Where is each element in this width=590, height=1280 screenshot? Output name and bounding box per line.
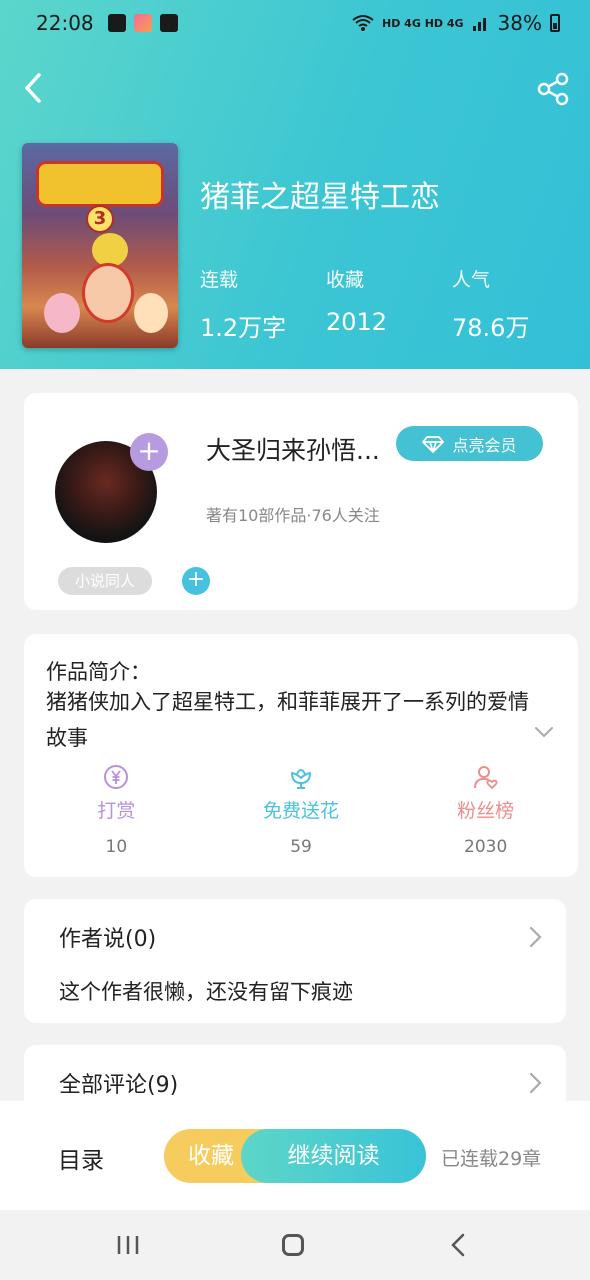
app-icon bbox=[133, 14, 152, 32]
toc-button[interactable]: 目录 bbox=[58, 1141, 104, 1175]
cover-character bbox=[92, 233, 128, 267]
author-card: + 大圣归来孙悟... 点亮会员 著有10部作品·76人关注 小说同人 + bbox=[24, 393, 578, 610]
vip-button[interactable]: 点亮会员 bbox=[396, 426, 543, 461]
intro-text: 猪猪侠加入了超星特工，和菲菲展开了一系列的爱情故事 bbox=[46, 690, 529, 750]
notification-icon bbox=[159, 14, 178, 32]
recent-apps-icon[interactable] bbox=[116, 1234, 140, 1256]
plus-icon: + bbox=[137, 434, 161, 467]
add-tag-button[interactable]: + bbox=[182, 567, 210, 595]
fan-ranking-label: 粉丝榜 bbox=[457, 800, 515, 822]
cover-character bbox=[134, 293, 168, 333]
system-navigation-bar bbox=[0, 1210, 590, 1280]
send-flower-label: 免费送花 bbox=[263, 800, 340, 822]
action-row: 打赏 10 免费送花 59 粉丝榜 2030 bbox=[24, 764, 578, 857]
stat-value: 1.2万字 bbox=[200, 314, 287, 342]
book-header: 22:08 HD 4G HD 4G 38% 3 猪菲之超星特工恋 连载 1.2万… bbox=[0, 0, 590, 369]
stat-label: 收藏 bbox=[326, 269, 365, 291]
home-icon[interactable] bbox=[282, 1234, 304, 1256]
chevron-right-icon bbox=[529, 926, 542, 948]
reward-count: 10 bbox=[105, 837, 128, 857]
stat-favorites: 收藏 2012 bbox=[326, 265, 387, 336]
status-bar: 22:08 HD 4G HD 4G 38% bbox=[0, 0, 590, 46]
stat-value: 2012 bbox=[326, 308, 388, 336]
send-flower-button[interactable]: 免费送花 59 bbox=[209, 764, 394, 857]
stat-value: 78.6万 bbox=[452, 314, 530, 342]
plus-icon: + bbox=[186, 567, 206, 592]
battery-icon bbox=[550, 14, 560, 32]
continue-reading-button[interactable]: 继续阅读 bbox=[241, 1129, 426, 1183]
intro-card: 作品简介： 猪猪侠加入了超星特工，和菲菲展开了一系列的爱情故事 打赏 10 免费… bbox=[24, 634, 578, 877]
diamond-icon bbox=[422, 435, 445, 453]
stat-label: 连载 bbox=[200, 269, 239, 291]
category-tag[interactable]: 小说同人 bbox=[58, 567, 152, 595]
vip-label: 点亮会员 bbox=[452, 435, 517, 455]
book-title: 猪菲之超星特工恋 bbox=[200, 180, 440, 215]
intro-label: 作品简介： bbox=[46, 660, 151, 684]
back-button[interactable] bbox=[18, 70, 48, 106]
chevron-down-icon[interactable] bbox=[532, 720, 556, 744]
fan-icon bbox=[473, 766, 498, 790]
stat-label: 人气 bbox=[452, 269, 491, 291]
bottom-action-bar: 目录 收藏 继续阅读 已连载29章 bbox=[0, 1101, 590, 1210]
battery-percent: 38% bbox=[497, 11, 542, 35]
status-right: HD 4G HD 4G 38% bbox=[352, 11, 560, 35]
author-meta: 著有10部作品·76人关注 bbox=[206, 506, 380, 525]
book-cover-image[interactable]: 3 bbox=[22, 143, 178, 348]
fan-ranking-button[interactable]: 粉丝榜 2030 bbox=[393, 764, 578, 857]
cover-character bbox=[44, 293, 80, 333]
share-button[interactable] bbox=[536, 72, 570, 106]
author-name[interactable]: 大圣归来孙悟... bbox=[206, 431, 380, 467]
cover-volume-number: 3 bbox=[86, 205, 114, 233]
reward-label: 打赏 bbox=[97, 800, 136, 822]
share-icon bbox=[537, 72, 569, 106]
status-notification-icons bbox=[107, 14, 178, 32]
author-says-card[interactable]: 作者说(0) 这个作者很懒，还没有留下痕迹 bbox=[24, 899, 566, 1023]
flower-icon bbox=[291, 769, 311, 789]
stat-serial: 连载 1.2万字 bbox=[200, 265, 286, 343]
chapter-count: 已连载29章 bbox=[441, 1148, 542, 1170]
wifi-icon bbox=[352, 15, 374, 31]
status-time: 22:08 bbox=[36, 11, 94, 35]
author-says-text: 这个作者很懒，还没有留下痕迹 bbox=[59, 980, 353, 1004]
cover-title-art bbox=[36, 161, 164, 207]
cover-character bbox=[82, 263, 134, 323]
follow-author-button[interactable]: + bbox=[130, 433, 168, 471]
yuan-icon bbox=[104, 765, 129, 789]
network-text: HD 4G HD 4G bbox=[382, 16, 464, 30]
chevron-right-icon bbox=[529, 1072, 542, 1094]
signal-icon bbox=[472, 18, 486, 31]
image-icon bbox=[107, 14, 126, 32]
fan-count: 2030 bbox=[464, 837, 508, 857]
author-says-title: 作者说(0) bbox=[59, 927, 157, 952]
chevron-left-icon bbox=[25, 73, 41, 103]
flower-count: 59 bbox=[290, 837, 312, 857]
nav-back-icon[interactable] bbox=[448, 1232, 468, 1258]
comments-title: 全部评论(9) bbox=[59, 1073, 179, 1098]
stat-popularity: 人气 78.6万 bbox=[452, 265, 529, 343]
reward-button[interactable]: 打赏 10 bbox=[24, 764, 209, 857]
